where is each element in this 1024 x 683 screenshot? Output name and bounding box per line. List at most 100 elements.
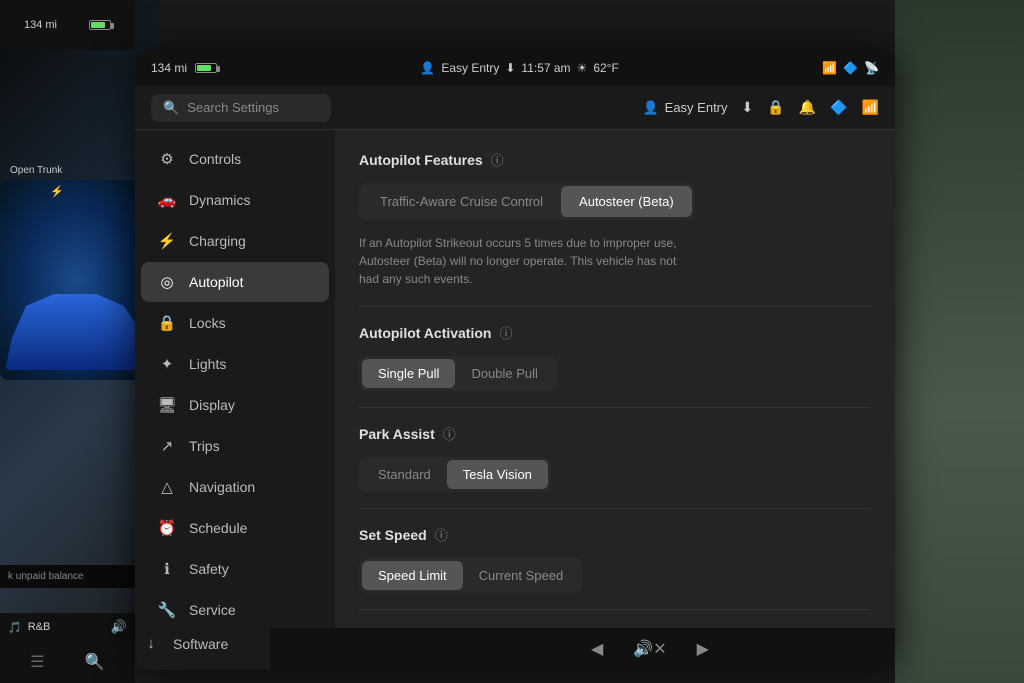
nav-signal-icon[interactable]: 📶	[862, 99, 879, 116]
status-battery-fill	[197, 65, 211, 71]
divider-2	[359, 407, 871, 408]
status-right: 📶 🔷 📡	[822, 61, 879, 75]
sun-icon: ☀	[577, 61, 588, 75]
lights-label: Lights	[189, 356, 226, 372]
mileage-display: 134 mi	[24, 19, 57, 31]
charging-label: Charging	[189, 233, 246, 249]
features-title: Autopilot Features	[359, 152, 483, 168]
nav-bluetooth-icon[interactable]: 🔷	[830, 99, 847, 116]
driver-icon: 👤	[420, 61, 435, 75]
service-icon: 🔧	[157, 601, 177, 619]
controls-label: Controls	[189, 151, 241, 167]
activation-header: Autopilot Activation ⓘ	[359, 323, 871, 342]
nav-user-profile[interactable]: 👤 Easy Entry	[642, 100, 727, 116]
search-icon: 🔍	[163, 100, 179, 116]
software-label: Software	[173, 636, 228, 652]
nav-download-icon[interactable]: ⬇	[742, 99, 754, 116]
taskbar: ☰ 🔍	[0, 641, 135, 683]
wifi-icon: 📶	[822, 61, 837, 75]
taskbar-search-icon[interactable]: 🔍	[85, 652, 105, 672]
locks-label: Locks	[189, 315, 226, 331]
locks-icon: 🔒	[157, 314, 177, 332]
navigation-icon: △	[157, 478, 177, 496]
sidebar-item-schedule[interactable]: ⏰ Schedule	[141, 508, 329, 548]
speed-limit-btn[interactable]: Speed Limit	[362, 561, 463, 590]
prev-icon[interactable]: ◀	[591, 639, 603, 659]
controls-icon: ⚙	[157, 150, 177, 168]
next-icon[interactable]: ▶	[697, 639, 709, 659]
status-center: 👤 Easy Entry ⬇ 11:57 am ☀ 62°F	[420, 61, 618, 75]
map-background	[895, 0, 1024, 683]
status-left: 134 mi	[151, 61, 217, 75]
current-speed-btn[interactable]: Current Speed	[463, 561, 580, 590]
open-trunk-label[interactable]: Open Trunk	[10, 165, 62, 176]
sidebar: ⚙ Controls 🚗 Dynamics ⚡ Charging ◎ Autop…	[135, 130, 335, 670]
status-time: 11:57 am	[521, 61, 570, 75]
features-toggle-group: Traffic-Aware Cruise Control Autosteer (…	[359, 183, 695, 220]
trips-label: Trips	[189, 438, 220, 454]
autopilot-description: If an Autopilot Strikeout occurs 5 times…	[359, 234, 699, 288]
tacc-btn[interactable]: Traffic-Aware Cruise Control	[362, 186, 561, 217]
divider-3	[359, 508, 871, 509]
sidebar-item-locks[interactable]: 🔒 Locks	[141, 303, 329, 343]
features-header: Autopilot Features ⓘ	[359, 150, 871, 169]
status-battery	[195, 63, 217, 73]
sidebar-item-controls[interactable]: ⚙ Controls	[141, 139, 329, 179]
car-battery: ⚡	[50, 185, 64, 198]
divider-1	[359, 306, 871, 307]
display-icon: 🖥	[157, 396, 177, 414]
nav-user-icon: 👤	[642, 100, 658, 116]
mute-icon[interactable]: 🔊✕	[633, 639, 666, 659]
nav-lock-icon[interactable]: 🔒	[767, 99, 784, 116]
unpaid-balance: k unpaid balance	[0, 565, 135, 588]
park-assist-info-icon[interactable]: ⓘ	[443, 424, 456, 443]
autopilot-label: Autopilot	[189, 274, 243, 290]
content-area: ⚙ Controls 🚗 Dynamics ⚡ Charging ◎ Autop…	[135, 130, 895, 670]
main-screen: 134 mi 👤 Easy Entry ⬇ 11:57 am ☀ 62°F 📶 …	[135, 50, 895, 670]
set-speed-header: Set Speed ⓘ	[359, 525, 871, 544]
status-temp: 62°F	[593, 61, 618, 75]
signal-icon: 📡	[864, 61, 879, 75]
schedule-label: Schedule	[189, 520, 247, 536]
features-info-icon[interactable]: ⓘ	[491, 150, 504, 169]
bottom-bar: ◀ 🔊✕ ▶	[270, 628, 895, 670]
search-box[interactable]: 🔍 Search Settings	[151, 94, 331, 122]
lights-icon: ✦	[157, 355, 177, 373]
sidebar-item-display[interactable]: 🖥 Display	[141, 385, 329, 425]
trips-icon: ↗	[157, 437, 177, 455]
display-label: Display	[189, 397, 235, 413]
service-label: Service	[189, 602, 236, 618]
software-icon: ↓	[141, 635, 161, 652]
autopilot-icon: ◎	[157, 273, 177, 291]
set-speed-title: Set Speed	[359, 527, 427, 543]
top-left-bar: 134 mi	[0, 0, 135, 50]
music-vol-icon[interactable]: 🔊	[111, 619, 127, 635]
double-pull-btn[interactable]: Double Pull	[455, 359, 554, 388]
driver-profile-text: Easy Entry	[441, 61, 499, 75]
autosteer-btn[interactable]: Autosteer (Beta)	[561, 186, 692, 217]
sidebar-item-navigation[interactable]: △ Navigation	[141, 467, 329, 507]
set-speed-info-icon[interactable]: ⓘ	[435, 525, 448, 544]
sidebar-item-safety[interactable]: ℹ Safety	[141, 549, 329, 589]
sidebar-item-autopilot[interactable]: ◎ Autopilot	[141, 262, 329, 302]
activation-toggle-group: Single Pull Double Pull	[359, 356, 557, 391]
safety-icon: ℹ	[157, 560, 177, 578]
nav-bar: 🔍 Search Settings 👤 Easy Entry ⬇ 🔒 🔔 🔷 📶	[135, 86, 895, 130]
nav-bell-icon[interactable]: 🔔	[799, 99, 816, 116]
main-content: Autopilot Features ⓘ Traffic-Aware Cruis…	[335, 130, 895, 670]
tesla-vision-btn[interactable]: Tesla Vision	[447, 460, 548, 489]
activation-info-icon[interactable]: ⓘ	[499, 323, 512, 342]
park-assist-title: Park Assist	[359, 426, 435, 442]
sidebar-item-trips[interactable]: ↗ Trips	[141, 426, 329, 466]
sidebar-item-service[interactable]: 🔧 Service	[141, 590, 329, 630]
taskbar-menu-icon[interactable]: ☰	[30, 652, 44, 672]
single-pull-btn[interactable]: Single Pull	[362, 359, 455, 388]
park-assist-header: Park Assist ⓘ	[359, 424, 871, 443]
sidebar-item-dynamics[interactable]: 🚗 Dynamics	[141, 180, 329, 220]
safety-label: Safety	[189, 561, 229, 577]
navigation-label: Navigation	[189, 479, 255, 495]
sidebar-item-lights[interactable]: ✦ Lights	[141, 344, 329, 384]
sidebar-item-charging[interactable]: ⚡ Charging	[141, 221, 329, 261]
standard-btn[interactable]: Standard	[362, 460, 447, 489]
schedule-icon: ⏰	[157, 519, 177, 537]
